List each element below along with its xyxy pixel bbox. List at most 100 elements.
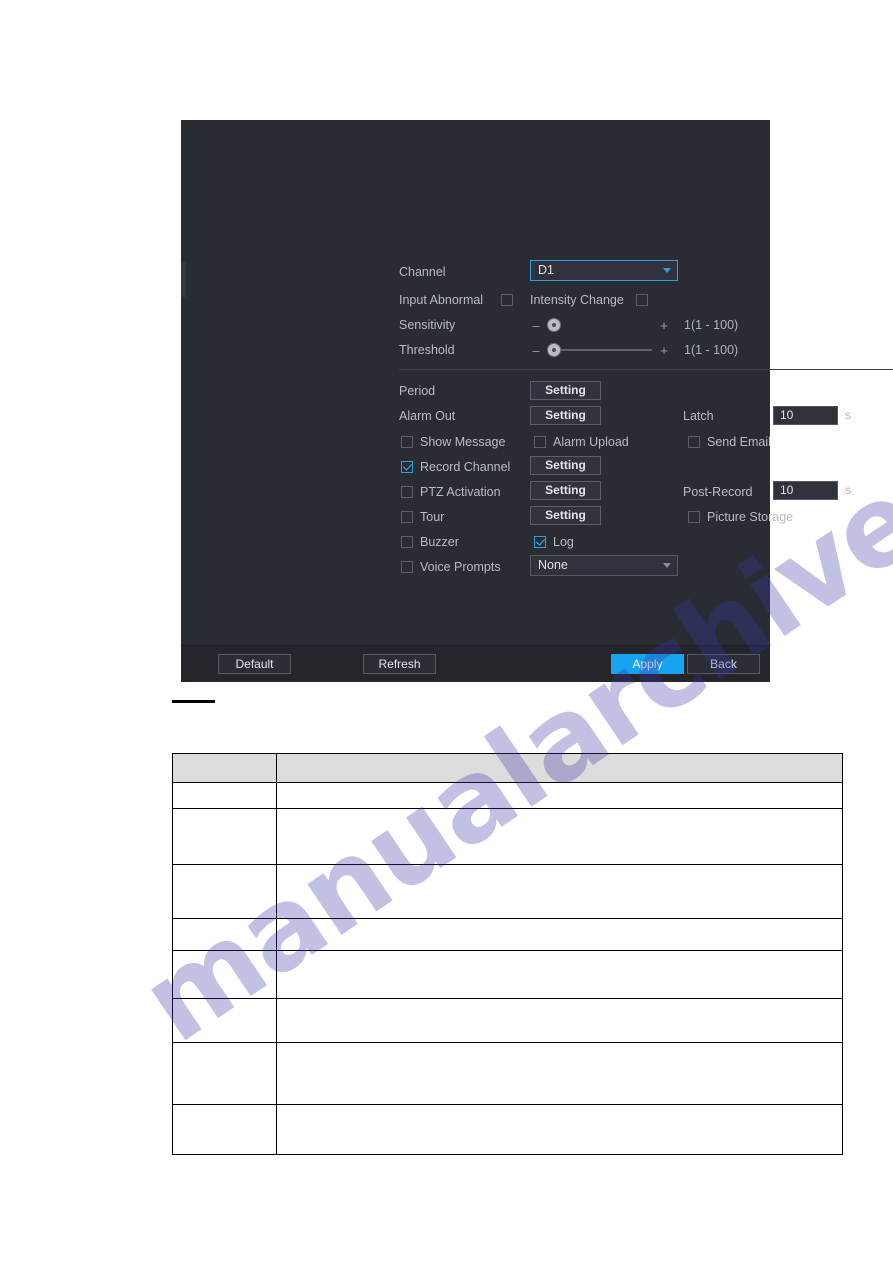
- sensitivity-value: 1(1 - 100): [684, 318, 739, 332]
- input-abnormal-row: Input Abnormal: [399, 289, 483, 311]
- table-row: [172, 1042, 843, 1105]
- post-record-input[interactable]: 10: [773, 480, 838, 500]
- sensitivity-slider-knob[interactable]: [548, 319, 560, 331]
- threshold-slider[interactable]: – +: [530, 343, 670, 358]
- intensity-change-label: Intensity Change: [530, 293, 624, 307]
- buzzer-label: Buzzer: [420, 535, 459, 549]
- tour-row[interactable]: Tour: [401, 506, 444, 528]
- sensitivity-label-row: Sensitivity: [399, 314, 529, 336]
- latch-input-row: 10 s: [773, 404, 851, 426]
- send-email-row[interactable]: Send Email: [688, 431, 771, 453]
- channel-label-row: Channel: [399, 261, 529, 283]
- latch-label-row: Latch: [683, 405, 714, 427]
- log-checkbox[interactable]: [534, 536, 546, 548]
- post-record-label-row: Post-Record: [683, 481, 752, 503]
- voice-prompts-select[interactable]: None: [530, 554, 678, 576]
- alarm-out-setting-button[interactable]: Setting: [530, 405, 601, 425]
- table-cell-description: [276, 918, 843, 951]
- period-label-row: Period: [399, 380, 529, 402]
- apply-button[interactable]: Apply: [611, 654, 684, 674]
- input-abnormal-checkbox[interactable]: [501, 294, 513, 306]
- latch-unit: s: [845, 408, 851, 422]
- table-cell-description: [276, 1042, 843, 1105]
- section-rule: [172, 700, 215, 703]
- ptz-activation-checkbox[interactable]: [401, 486, 413, 498]
- alarm-out-button-row: Setting: [530, 404, 601, 426]
- back-button[interactable]: Back: [687, 654, 760, 674]
- period-setting-button[interactable]: Setting: [530, 380, 601, 400]
- sensitivity-slider-row: – + 1(1 - 100): [530, 314, 738, 336]
- intensity-change-checkbox[interactable]: [636, 294, 648, 306]
- threshold-decrement-icon[interactable]: –: [530, 343, 542, 358]
- table-cell-param: [172, 998, 277, 1043]
- table-cell-description: [276, 998, 843, 1043]
- sensitivity-slider-track[interactable]: [548, 318, 652, 332]
- ptz-activation-row[interactable]: PTZ Activation: [401, 481, 501, 503]
- show-message-row[interactable]: Show Message: [401, 431, 505, 453]
- period-button-row: Setting: [530, 379, 601, 401]
- send-email-checkbox[interactable]: [688, 436, 700, 448]
- table-header-cell: [172, 753, 277, 783]
- alarm-upload-checkbox[interactable]: [534, 436, 546, 448]
- voice-prompts-label: Voice Prompts: [420, 560, 501, 574]
- alarm-upload-row[interactable]: Alarm Upload: [534, 431, 629, 453]
- table-row: [172, 998, 843, 1043]
- voice-prompts-row[interactable]: Voice Prompts: [401, 556, 501, 578]
- menu-panel-edge: [181, 262, 186, 297]
- log-row[interactable]: Log: [534, 531, 574, 553]
- picture-storage-row[interactable]: Picture Storage: [688, 506, 793, 528]
- spec-table-head: [172, 753, 843, 783]
- table-cell-param: [172, 1042, 277, 1105]
- sensitivity-slider[interactable]: – +: [530, 318, 670, 333]
- buzzer-checkbox[interactable]: [401, 536, 413, 548]
- log-label: Log: [553, 535, 574, 549]
- dialog-footer: Default Refresh Apply Back: [181, 645, 770, 682]
- default-button[interactable]: Default: [218, 654, 291, 674]
- table-cell-description: [276, 1104, 843, 1155]
- show-message-checkbox[interactable]: [401, 436, 413, 448]
- table-cell-param: [172, 918, 277, 951]
- chevron-down-icon: [663, 563, 671, 568]
- threshold-value: 1(1 - 100): [684, 343, 739, 357]
- table-row: [172, 864, 843, 919]
- intensity-change-row: Intensity Change: [530, 289, 624, 311]
- voice-prompts-select-value: None: [538, 558, 568, 572]
- record-channel-setting-button[interactable]: Setting: [530, 455, 601, 475]
- threshold-slider-track[interactable]: [548, 343, 652, 357]
- ptz-activation-button-row: Setting: [530, 479, 601, 501]
- post-record-label: Post-Record: [683, 485, 753, 499]
- channel-label: Channel: [399, 265, 446, 279]
- tour-setting-button[interactable]: Setting: [530, 505, 601, 525]
- picture-storage-label: Picture Storage: [707, 510, 794, 524]
- picture-storage-checkbox[interactable]: [688, 511, 700, 523]
- channel-select[interactable]: D1: [530, 259, 678, 281]
- record-channel-button-row: Setting: [530, 454, 601, 476]
- spec-table: [172, 753, 843, 1155]
- dialog-body: Channel D1 Input Abnormal Intensity Chan…: [181, 120, 893, 646]
- period-label: Period: [399, 384, 436, 398]
- tour-button-row: Setting: [530, 504, 601, 526]
- table-row: [172, 950, 843, 999]
- latch-input[interactable]: 10: [773, 405, 838, 425]
- table-cell-param: [172, 950, 277, 999]
- latch-label: Latch: [683, 409, 714, 423]
- input-abnormal-label: Input Abnormal: [399, 293, 484, 307]
- alarm-out-label: Alarm Out: [399, 409, 456, 423]
- threshold-slider-row: – + 1(1 - 100): [530, 339, 738, 361]
- buzzer-row[interactable]: Buzzer: [401, 531, 459, 553]
- record-channel-row[interactable]: Record Channel: [401, 456, 510, 478]
- threshold-increment-icon[interactable]: +: [658, 343, 670, 358]
- ptz-activation-setting-button[interactable]: Setting: [530, 480, 601, 500]
- refresh-button[interactable]: Refresh: [363, 654, 436, 674]
- table-row: [172, 1104, 843, 1155]
- sensitivity-decrement-icon[interactable]: –: [530, 318, 542, 333]
- threshold-slider-knob[interactable]: [548, 344, 560, 356]
- tour-checkbox[interactable]: [401, 511, 413, 523]
- sensitivity-increment-icon[interactable]: +: [658, 318, 670, 333]
- alarm-settings-dialog: Channel D1 Input Abnormal Intensity Chan…: [181, 120, 893, 682]
- spec-table-body: [172, 782, 843, 1155]
- table-row: [172, 808, 843, 865]
- record-channel-checkbox[interactable]: [401, 461, 413, 473]
- intensity-change-checkbox-wrap: [636, 289, 648, 311]
- voice-prompts-checkbox[interactable]: [401, 561, 413, 573]
